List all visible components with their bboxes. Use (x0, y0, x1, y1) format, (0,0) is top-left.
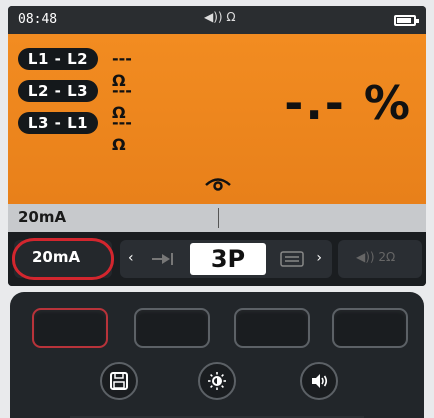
phase-reading: ---Ω (112, 113, 132, 154)
divider (218, 208, 219, 228)
function-button-4[interactable] (332, 308, 408, 348)
info-row: 20mA (8, 204, 426, 232)
function-button-1[interactable] (32, 308, 108, 348)
buzzer-softkey[interactable]: ◀)) 2Ω (338, 240, 422, 278)
function-button-3[interactable] (234, 308, 310, 348)
highlight-circle (12, 238, 114, 280)
battery-icon (394, 15, 419, 26)
chevron-left-icon[interactable]: ‹ (128, 250, 134, 266)
hardware-panel (10, 292, 424, 418)
eye-icon (205, 178, 231, 191)
phase-label: L3 - L1 (18, 112, 98, 134)
device-screen: 08:48 ◀)) Ω L1 - L2 ---Ω L2 - L3 ---Ω L3… (8, 6, 426, 286)
test-current: 20mA (18, 208, 67, 226)
measurement-panel: L1 - L2 ---Ω L2 - L3 ---Ω L3 - L1 ---Ω -… (8, 34, 426, 204)
phase-label: L2 - L3 (18, 80, 98, 102)
save-icon (110, 372, 128, 390)
backlight-button[interactable] (198, 362, 236, 400)
probe-icon (152, 253, 173, 265)
brightness-icon (208, 372, 226, 390)
status-bar: 08:48 ◀)) Ω (8, 6, 426, 34)
phase-label: L1 - L2 (18, 48, 98, 70)
speaker-icon (312, 374, 328, 388)
speaker-ohm-icon: ◀)) Ω (204, 10, 236, 24)
softkey-bar: 20mA ‹ 3P › ◀)) 2Ω (8, 232, 426, 286)
result-percent: -.- % (284, 76, 412, 130)
mode-selector[interactable]: ‹ 3P › (120, 240, 332, 278)
buzzer-button[interactable] (300, 362, 338, 400)
function-button-2[interactable] (134, 308, 210, 348)
switch-icon (280, 251, 304, 267)
chevron-right-icon[interactable]: › (316, 250, 322, 266)
clock: 08:48 (18, 12, 58, 27)
save-button[interactable] (100, 362, 138, 400)
buzzer-label: ◀)) 2Ω (356, 250, 396, 264)
mode-value: 3P (190, 243, 266, 275)
